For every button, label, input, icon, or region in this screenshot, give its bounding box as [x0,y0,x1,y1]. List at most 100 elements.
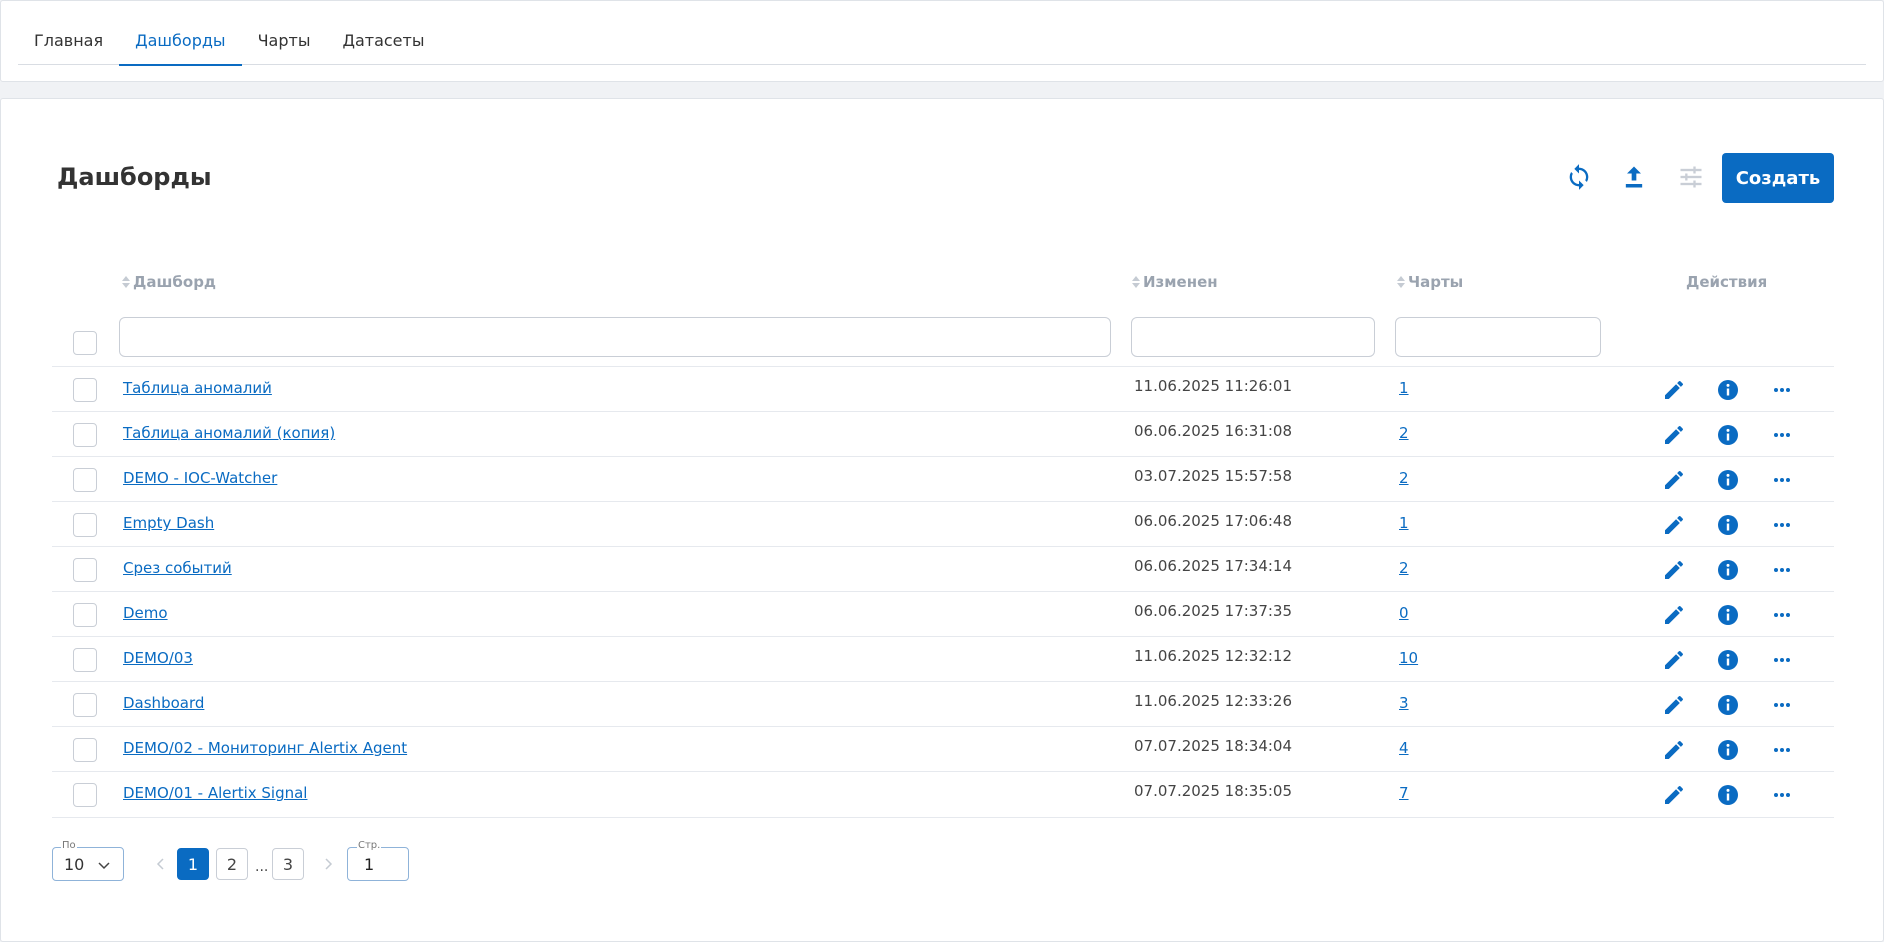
modified-date: 03.07.2025 15:57:58 [1134,467,1293,485]
more-icon[interactable] [1769,602,1795,628]
edit-icon[interactable] [1661,512,1687,538]
filter-settings-icon[interactable] [1675,161,1707,193]
row-checkbox[interactable] [73,648,97,672]
charts-count-link[interactable]: 10 [1399,649,1418,667]
more-icon[interactable] [1769,377,1795,403]
dashboard-link[interactable]: Demo [123,604,168,622]
modified-date: 06.06.2025 17:37:35 [1134,602,1293,620]
tab-charts[interactable]: Чарты [242,23,327,65]
dashboard-link[interactable]: DEMO/02 - Мониторинг Alertix Agent [123,739,407,757]
per-page-value: 10 [64,855,85,874]
row-checkbox[interactable] [73,693,97,717]
refresh-icon[interactable] [1563,161,1595,193]
edit-icon[interactable] [1661,782,1687,808]
modified-date: 11.06.2025 12:32:12 [1134,647,1293,665]
info-icon[interactable] [1715,602,1741,628]
more-icon[interactable] [1769,647,1795,673]
table-bottom-divider [52,817,1834,818]
edit-icon[interactable] [1661,692,1687,718]
info-icon[interactable] [1715,692,1741,718]
row-checkbox[interactable] [73,468,97,492]
info-icon[interactable] [1715,782,1741,808]
more-icon[interactable] [1769,467,1795,493]
dashboard-link[interactable]: Срез событий [123,559,232,577]
table-row: DEMO/01 - Alertix Signal 07.07.2025 18:3… [52,771,1834,816]
column-header-dashboard[interactable]: Дашборд [121,273,216,291]
info-icon[interactable] [1715,512,1741,538]
charts-count-link[interactable]: 1 [1399,514,1409,532]
info-icon[interactable] [1715,557,1741,583]
upload-icon[interactable] [1618,161,1650,193]
charts-count-link[interactable]: 2 [1399,469,1409,487]
charts-filter[interactable] [1395,317,1601,357]
info-icon[interactable] [1715,422,1741,448]
column-header-dashboard-label: Дашборд [133,273,217,291]
column-header-modified[interactable]: Изменен [1131,273,1218,291]
column-header-actions: Действия [1686,273,1767,291]
info-icon[interactable] [1715,737,1741,763]
edit-icon[interactable] [1661,602,1687,628]
row-checkbox[interactable] [73,513,97,537]
row-checkbox[interactable] [73,738,97,762]
more-icon[interactable] [1769,737,1795,763]
more-icon[interactable] [1769,422,1795,448]
dashboard-link[interactable]: DEMO/01 - Alertix Signal [123,784,307,802]
modified-date: 06.06.2025 17:06:48 [1134,512,1293,530]
select-all-checkbox[interactable] [73,331,97,355]
page-button-3[interactable]: 3 [272,848,304,880]
dashboard-link[interactable]: DEMO/03 [123,649,193,667]
dashboard-link[interactable]: DEMO - IOC-Watcher [123,469,277,487]
page-ellipsis: ... [255,859,269,875]
top-nav-bar: Главная Дашборды Чарты Датасеты [0,0,1884,82]
table-row: DEMO - IOC-Watcher 03.07.2025 15:57:58 2 [52,456,1834,501]
edit-icon[interactable] [1661,647,1687,673]
edit-icon[interactable] [1661,737,1687,763]
dashboard-name-filter[interactable] [119,317,1111,357]
more-icon[interactable] [1769,512,1795,538]
modified-date: 11.06.2025 12:33:26 [1134,692,1293,710]
dashboard-link[interactable]: Dashboard [123,694,204,712]
edit-icon[interactable] [1661,377,1687,403]
more-icon[interactable] [1769,692,1795,718]
charts-count-link[interactable]: 4 [1399,739,1409,757]
create-button[interactable]: Создать [1722,153,1834,203]
more-icon[interactable] [1769,557,1795,583]
per-page-select[interactable]: По 10 [52,840,124,881]
charts-count-link[interactable]: 7 [1399,784,1409,802]
chevron-down-icon [97,857,111,876]
dashboard-link[interactable]: Таблица аномалий [123,379,272,397]
charts-count-link[interactable]: 3 [1399,694,1409,712]
charts-count-link[interactable]: 0 [1399,604,1409,622]
next-page-icon[interactable] [320,848,336,880]
edit-icon[interactable] [1661,467,1687,493]
row-checkbox[interactable] [73,783,97,807]
edit-icon[interactable] [1661,422,1687,448]
table-row: Dashboard 11.06.2025 12:33:26 3 [52,681,1834,726]
page-button-1[interactable]: 1 [177,848,209,880]
row-checkbox[interactable] [73,423,97,447]
sort-icon [1396,275,1406,289]
info-icon[interactable] [1715,377,1741,403]
dashboard-link[interactable]: Таблица аномалий (копия) [123,424,335,442]
modified-filter[interactable] [1131,317,1375,357]
table-row: Empty Dash 06.06.2025 17:06:48 1 [52,501,1834,546]
sort-icon [121,275,131,289]
charts-count-link[interactable]: 2 [1399,424,1409,442]
charts-count-link[interactable]: 2 [1399,559,1409,577]
tab-datasets[interactable]: Датасеты [326,23,440,65]
tab-dashboards[interactable]: Дашборды [119,23,243,66]
info-icon[interactable] [1715,647,1741,673]
info-icon[interactable] [1715,467,1741,493]
charts-count-link[interactable]: 1 [1399,379,1409,397]
row-checkbox[interactable] [73,378,97,402]
edit-icon[interactable] [1661,557,1687,583]
dashboard-link[interactable]: Empty Dash [123,514,214,532]
row-checkbox[interactable] [73,558,97,582]
more-icon[interactable] [1769,782,1795,808]
page-button-2[interactable]: 2 [216,848,248,880]
go-to-page-input[interactable]: Стр. 1 [347,840,409,881]
column-header-charts[interactable]: Чарты [1396,273,1463,291]
tab-home[interactable]: Главная [18,23,119,65]
row-checkbox[interactable] [73,603,97,627]
prev-page-icon[interactable] [153,848,169,880]
